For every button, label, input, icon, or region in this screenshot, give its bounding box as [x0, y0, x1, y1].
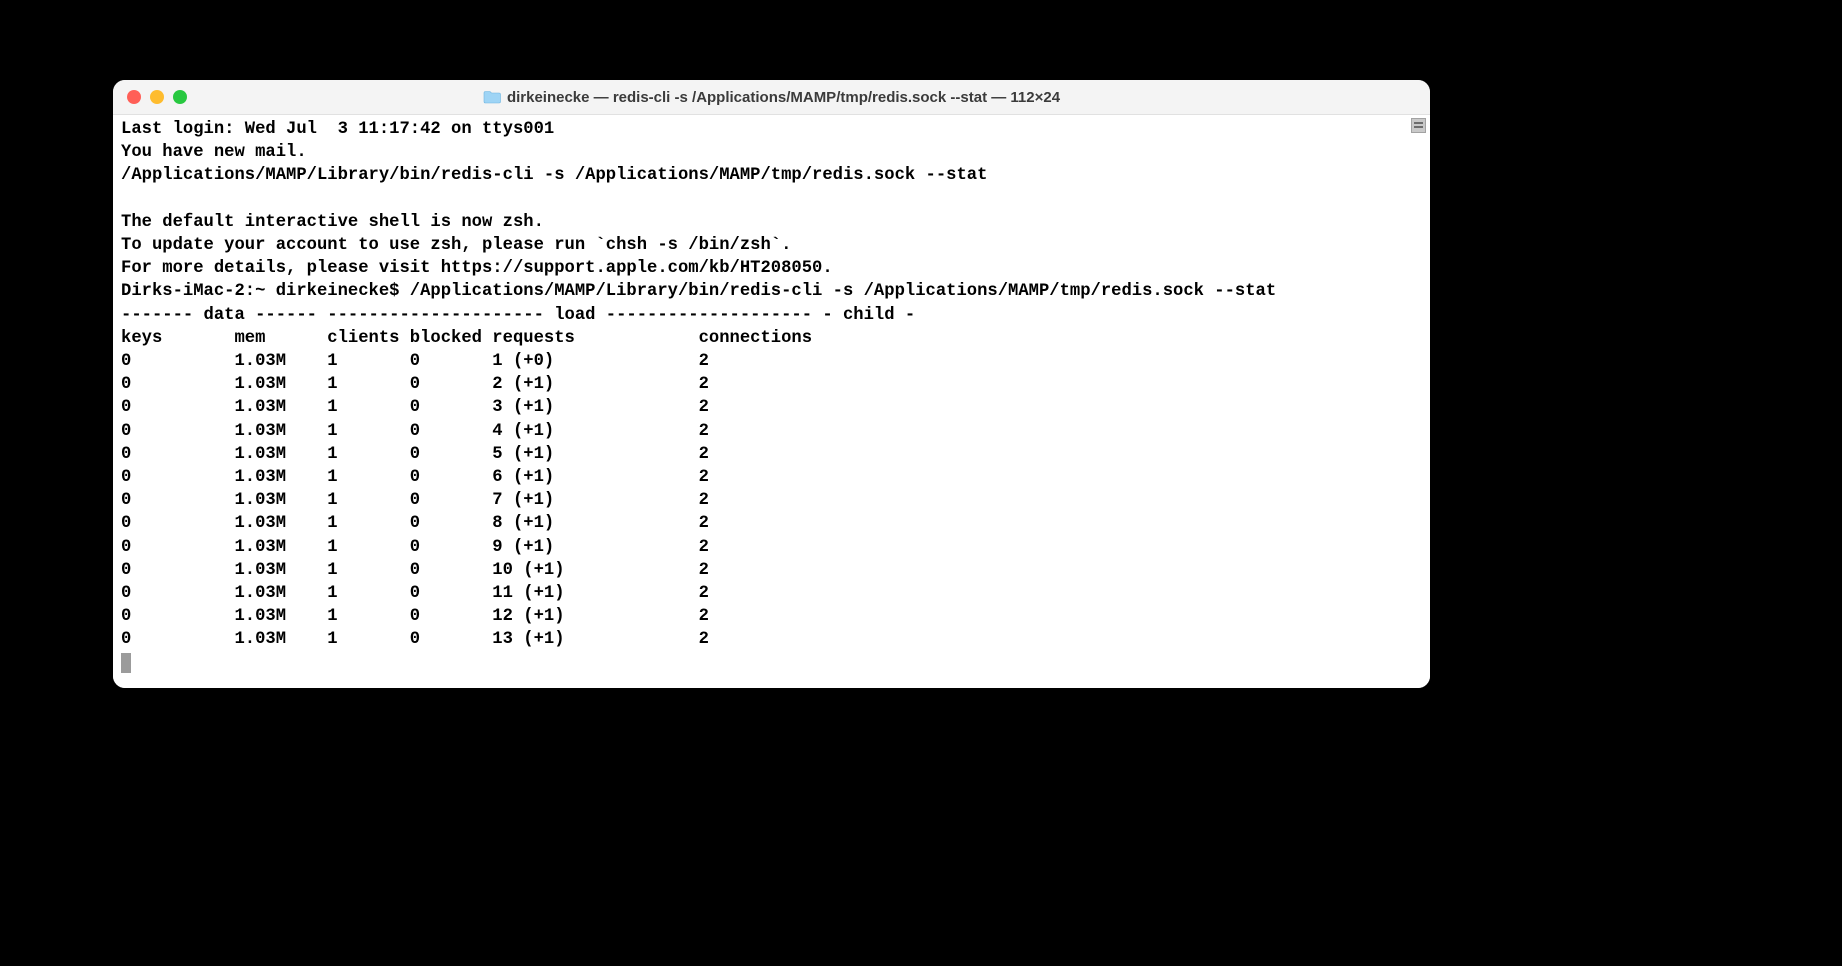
stat-row: 0 1.03M 1 0 7 (+1) 2: [121, 491, 822, 510]
title-area: dirkeinecke — redis-cli -s /Applications…: [113, 89, 1430, 106]
stat-row: 0 1.03M 1 0 10 (+1) 2: [121, 561, 822, 580]
stat-row: 0 1.03M 1 0 11 (+1) 2: [121, 584, 822, 603]
stat-row: 0 1.03M 1 0 8 (+1) 2: [121, 514, 822, 533]
stat-row: 0 1.03M 1 0 9 (+1) 2: [121, 538, 822, 557]
prompt-line: Dirks-iMac-2:~ dirkeinecke$ /Application…: [121, 282, 1276, 301]
mail-notice-line: You have new mail.: [121, 143, 307, 162]
stat-header-row: keys mem clients blocked requests connec…: [121, 329, 915, 348]
minimize-icon[interactable]: [150, 90, 164, 104]
prev-command-line: /Applications/MAMP/Library/bin/redis-cli…: [121, 166, 987, 185]
cursor-icon: [121, 653, 131, 673]
scroll-indicator-icon[interactable]: [1411, 118, 1426, 133]
stat-row: 0 1.03M 1 0 13 (+1) 2: [121, 630, 822, 649]
stat-row: 0 1.03M 1 0 5 (+1) 2: [121, 445, 822, 464]
window-controls: [113, 90, 187, 104]
stat-row: 0 1.03M 1 0 3 (+1) 2: [121, 398, 822, 417]
last-login-line: Last login: Wed Jul 3 11:17:42 on ttys00…: [121, 120, 554, 139]
window-title: dirkeinecke — redis-cli -s /Applications…: [507, 89, 1060, 106]
terminal-window: dirkeinecke — redis-cli -s /Applications…: [113, 80, 1430, 688]
close-icon[interactable]: [127, 90, 141, 104]
stat-row: 0 1.03M 1 0 6 (+1) 2: [121, 468, 822, 487]
stat-row: 0 1.03M 1 0 1 (+0) 2: [121, 352, 822, 371]
stat-row: 0 1.03M 1 0 4 (+1) 2: [121, 422, 822, 441]
folder-icon: [483, 90, 501, 104]
zsh-notice-line-3: For more details, please visit https://s…: [121, 259, 833, 278]
stat-row: 0 1.03M 1 0 12 (+1) 2: [121, 607, 822, 626]
titlebar[interactable]: dirkeinecke — redis-cli -s /Applications…: [113, 80, 1430, 115]
fullscreen-icon[interactable]: [173, 90, 187, 104]
terminal-body[interactable]: Last login: Wed Jul 3 11:17:42 on ttys00…: [113, 115, 1430, 688]
section-divider-line: ------- data ------ --------------------…: [121, 306, 915, 325]
stat-row: 0 1.03M 1 0 2 (+1) 2: [121, 375, 822, 394]
terminal-output: Last login: Wed Jul 3 11:17:42 on ttys00…: [121, 118, 1422, 675]
zsh-notice-line-1: The default interactive shell is now zsh…: [121, 213, 544, 232]
zsh-notice-line-2: To update your account to use zsh, pleas…: [121, 236, 791, 255]
